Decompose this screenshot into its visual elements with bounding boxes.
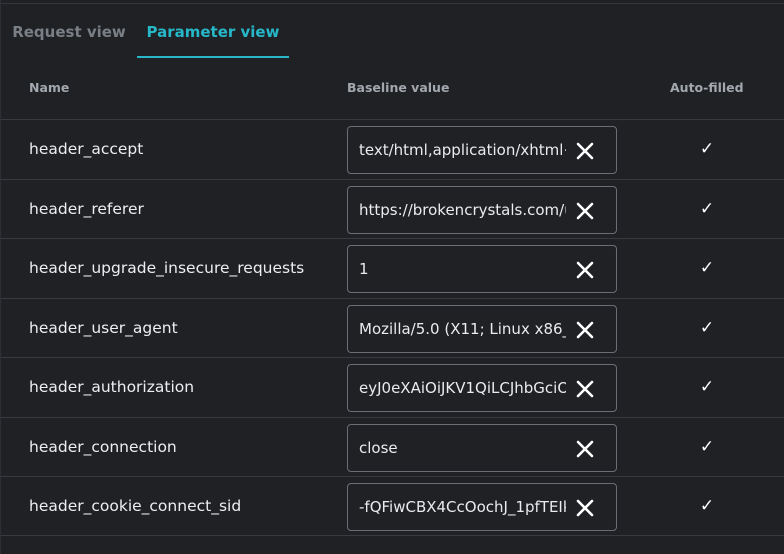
close-icon [576,321,594,338]
clear-value-button[interactable] [573,377,597,401]
column-header-name: Name [29,80,70,95]
parameter-name: header_referer [29,199,144,218]
parameter-name: header_user_agent [29,318,178,337]
baseline-value-input[interactable] [348,246,566,292]
tab-parameter-view-label: Parameter view [146,23,280,41]
clear-value-button[interactable] [573,496,597,520]
table-row: header_authorization ✓ [1,357,784,417]
table-row: header_upgrade_insecure_requests ✓ [1,238,784,298]
column-header-auto-filled: Auto-filled [670,80,744,95]
parameter-name: header_authorization [29,378,195,396]
parameter-name: header_accept [29,140,144,158]
parameter-name: header_connection [29,437,177,456]
checkmark-icon: ✓ [699,496,715,516]
column-header-baseline-value: Baseline value [347,80,450,95]
clear-value-button[interactable] [573,199,597,223]
close-icon [576,142,594,160]
close-icon [576,380,594,398]
table-header: Name Baseline value Auto-filled [1,58,784,120]
view-tabs: Request view Parameter view [1,4,784,58]
table-row: header_connection ✓ [1,416,784,477]
clear-value-button[interactable] [573,258,597,282]
checkmark-icon: ✓ [699,258,715,278]
clear-value-button[interactable] [573,139,597,163]
baseline-value-field [347,185,617,234]
baseline-value-input[interactable] [348,186,566,233]
table-row: header_accept ✓ [1,119,784,179]
baseline-value-field [347,364,617,412]
close-icon [576,440,594,457]
parameter-table: header_accept ✓ header_referer ✓ header_… [1,119,784,536]
baseline-value-input[interactable] [348,365,566,411]
table-row: header_cookie_connect_sid ✓ [1,476,784,536]
close-icon [576,261,594,279]
table-row: header_user_agent ✓ [1,297,784,358]
tab-parameter-view[interactable]: Parameter view [137,4,289,58]
parameter-name: header_upgrade_insecure_requests [29,259,305,277]
tab-request-view[interactable]: Request view [1,4,137,58]
checkmark-icon: ✓ [699,139,715,159]
baseline-value-field [347,423,617,472]
checkmark-icon: ✓ [699,436,715,457]
baseline-value-field [347,304,617,353]
table-row: header_referer ✓ [1,178,784,239]
checkmark-icon: ✓ [699,377,715,397]
baseline-value-input[interactable] [348,305,566,352]
parameter-panel: Request view Parameter view Name Baselin… [0,0,784,554]
baseline-value-input[interactable] [348,484,566,530]
baseline-value-input[interactable] [348,127,566,173]
checkmark-icon: ✓ [699,198,715,219]
baseline-value-field [347,126,617,174]
baseline-value-input[interactable] [348,424,566,471]
baseline-value-field [347,483,617,531]
clear-value-button[interactable] [573,318,597,342]
close-icon [576,202,594,219]
parameter-name: header_cookie_connect_sid [29,497,242,515]
close-icon [576,499,594,517]
baseline-value-field [347,245,617,293]
clear-value-button[interactable] [573,437,597,461]
checkmark-icon: ✓ [699,317,715,338]
